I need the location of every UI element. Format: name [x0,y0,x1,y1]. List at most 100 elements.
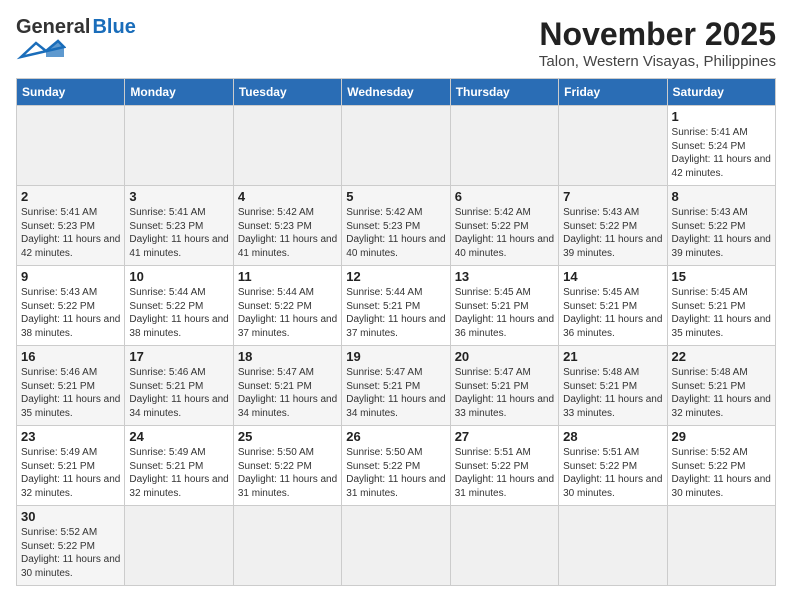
title-block: November 2025 Talon, Western Visayas, Ph… [539,16,776,70]
day-number: 23 [21,429,120,444]
day-number: 11 [238,269,337,284]
page-subtitle: Talon, Western Visayas, Philippines [539,53,776,70]
calendar-cell [559,506,667,586]
logo-icon [16,39,66,61]
day-of-week-header: Sunday [17,79,125,106]
day-of-week-header: Saturday [667,79,775,106]
day-info: Sunrise: 5:52 AM Sunset: 5:22 PM Dayligh… [21,526,120,580]
day-number: 26 [346,429,445,444]
calendar-cell [667,506,775,586]
day-number: 14 [563,269,662,284]
calendar-cell: 18 Sunrise: 5:47 AM Sunset: 5:21 PM Dayli… [233,346,341,426]
calendar-cell: 25Sunrise: 5:50 AM Sunset: 5:22 PM Dayli… [233,426,341,506]
day-info: Sunrise: 5:43 AM Sunset: 5:22 PM Dayligh… [21,286,120,340]
day-info: Sunrise: 5:41 AM Sunset: 5:24 PM Dayligh… [672,126,771,180]
day-info: Sunrise: 5:46 AM Sunset: 5:21 PM Dayligh… [21,366,120,420]
calendar-cell: 19Sunrise: 5:47 AM Sunset: 5:21 PM Dayli… [342,346,450,426]
calendar-cell: 3Sunrise: 5:41 AM Sunset: 5:23 PM Daylig… [125,186,233,266]
calendar-cell: 22Sunrise: 5:48 AM Sunset: 5:21 PM Dayli… [667,346,775,426]
calendar-cell [450,506,558,586]
day-number: 28 [563,429,662,444]
day-number: 8 [672,189,771,204]
calendar-cell: 11 Sunrise: 5:44 AM Sunset: 5:22 PM Dayli… [233,266,341,346]
day-number: 15 [672,269,771,284]
day-info: Sunrise: 5:49 AM Sunset: 5:21 PM Dayligh… [21,446,120,500]
calendar-cell [233,506,341,586]
calendar-table: SundayMondayTuesdayWednesdayThursdayFrid… [16,78,776,586]
calendar-cell: 9 Sunrise: 5:43 AM Sunset: 5:22 PM Daylig… [17,266,125,346]
day-info: Sunrise: 5:42 AM Sunset: 5:23 PM Dayligh… [346,206,445,260]
day-number: 1 [672,109,771,124]
calendar-cell: 8 Sunrise: 5:43 AM Sunset: 5:22 PM Daylig… [667,186,775,266]
page-title: November 2025 [539,16,776,53]
calendar-week-row: 30Sunrise: 5:52 AM Sunset: 5:22 PM Dayli… [17,506,776,586]
day-number: 13 [455,269,554,284]
calendar-cell: 13 Sunrise: 5:45 AM Sunset: 5:21 PM Dayli… [450,266,558,346]
day-info: Sunrise: 5:45 AM Sunset: 5:21 PM Dayligh… [563,286,662,340]
calendar-header-row: SundayMondayTuesdayWednesdayThursdayFrid… [17,79,776,106]
calendar-cell: 28 Sunrise: 5:51 AM Sunset: 5:22 PM Dayli… [559,426,667,506]
calendar-cell: 2Sunrise: 5:41 AM Sunset: 5:23 PM Daylig… [17,186,125,266]
day-info: Sunrise: 5:50 AM Sunset: 5:22 PM Dayligh… [346,446,445,500]
day-info: Sunrise: 5:49 AM Sunset: 5:21 PM Dayligh… [129,446,228,500]
calendar-cell [233,106,341,186]
calendar-cell: 29Sunrise: 5:52 AM Sunset: 5:22 PM Dayli… [667,426,775,506]
day-info: Sunrise: 5:42 AM Sunset: 5:22 PM Dayligh… [455,206,554,260]
day-info: Sunrise: 5:47 AM Sunset: 5:21 PM Dayligh… [238,366,337,420]
calendar-week-row: 9 Sunrise: 5:43 AM Sunset: 5:22 PM Daylig… [17,266,776,346]
calendar-cell: 26 Sunrise: 5:50 AM Sunset: 5:22 PM Dayli… [342,426,450,506]
day-number: 18 [238,349,337,364]
day-info: Sunrise: 5:45 AM Sunset: 5:21 PM Dayligh… [455,286,554,340]
day-info: Sunrise: 5:47 AM Sunset: 5:21 PM Dayligh… [455,366,554,420]
calendar-week-row: 23 Sunrise: 5:49 AM Sunset: 5:21 PM Dayli… [17,426,776,506]
day-number: 6 [455,189,554,204]
day-info: Sunrise: 5:48 AM Sunset: 5:21 PM Dayligh… [563,366,662,420]
calendar-cell: 6 Sunrise: 5:42 AM Sunset: 5:22 PM Daylig… [450,186,558,266]
page-header: General Blue November 2025 Talon, Wester… [16,16,776,70]
calendar-cell: 16Sunrise: 5:46 AM Sunset: 5:21 PM Dayli… [17,346,125,426]
day-number: 7 [563,189,662,204]
day-number: 12 [346,269,445,284]
day-number: 4 [238,189,337,204]
day-of-week-header: Friday [559,79,667,106]
day-number: 9 [21,269,120,284]
day-number: 21 [563,349,662,364]
day-info: Sunrise: 5:47 AM Sunset: 5:21 PM Dayligh… [346,366,445,420]
calendar-cell [342,506,450,586]
day-number: 27 [455,429,554,444]
calendar-cell: 1 Sunrise: 5:41 AM Sunset: 5:24 PM Daylig… [667,106,775,186]
day-of-week-header: Tuesday [233,79,341,106]
calendar-cell: 17 Sunrise: 5:46 AM Sunset: 5:21 PM Dayli… [125,346,233,426]
calendar-cell: 30Sunrise: 5:52 AM Sunset: 5:22 PM Dayli… [17,506,125,586]
calendar-cell [342,106,450,186]
calendar-cell: 24Sunrise: 5:49 AM Sunset: 5:21 PM Dayli… [125,426,233,506]
day-number: 10 [129,269,228,284]
calendar-cell: 27Sunrise: 5:51 AM Sunset: 5:22 PM Dayli… [450,426,558,506]
calendar-cell [17,106,125,186]
day-info: Sunrise: 5:44 AM Sunset: 5:21 PM Dayligh… [346,286,445,340]
calendar-cell: 15Sunrise: 5:45 AM Sunset: 5:21 PM Dayli… [667,266,775,346]
day-number: 22 [672,349,771,364]
day-info: Sunrise: 5:43 AM Sunset: 5:22 PM Dayligh… [672,206,771,260]
calendar-cell: 5 Sunrise: 5:42 AM Sunset: 5:23 PM Daylig… [342,186,450,266]
day-info: Sunrise: 5:50 AM Sunset: 5:22 PM Dayligh… [238,446,337,500]
day-number: 5 [346,189,445,204]
day-number: 20 [455,349,554,364]
day-info: Sunrise: 5:43 AM Sunset: 5:22 PM Dayligh… [563,206,662,260]
logo-general: General [16,16,90,39]
day-of-week-header: Wednesday [342,79,450,106]
calendar-cell: 14 Sunrise: 5:45 AM Sunset: 5:21 PM Dayli… [559,266,667,346]
day-info: Sunrise: 5:46 AM Sunset: 5:21 PM Dayligh… [129,366,228,420]
calendar-cell [125,506,233,586]
calendar-cell: 10Sunrise: 5:44 AM Sunset: 5:22 PM Dayli… [125,266,233,346]
day-number: 17 [129,349,228,364]
logo-blue: Blue [92,16,135,39]
day-info: Sunrise: 5:51 AM Sunset: 5:22 PM Dayligh… [563,446,662,500]
calendar-cell: 4Sunrise: 5:42 AM Sunset: 5:23 PM Daylig… [233,186,341,266]
day-info: Sunrise: 5:44 AM Sunset: 5:22 PM Dayligh… [238,286,337,340]
day-info: Sunrise: 5:52 AM Sunset: 5:22 PM Dayligh… [672,446,771,500]
day-of-week-header: Thursday [450,79,558,106]
calendar-week-row: 2Sunrise: 5:41 AM Sunset: 5:23 PM Daylig… [17,186,776,266]
calendar-week-row: 16Sunrise: 5:46 AM Sunset: 5:21 PM Dayli… [17,346,776,426]
calendar-cell: 23 Sunrise: 5:49 AM Sunset: 5:21 PM Dayli… [17,426,125,506]
